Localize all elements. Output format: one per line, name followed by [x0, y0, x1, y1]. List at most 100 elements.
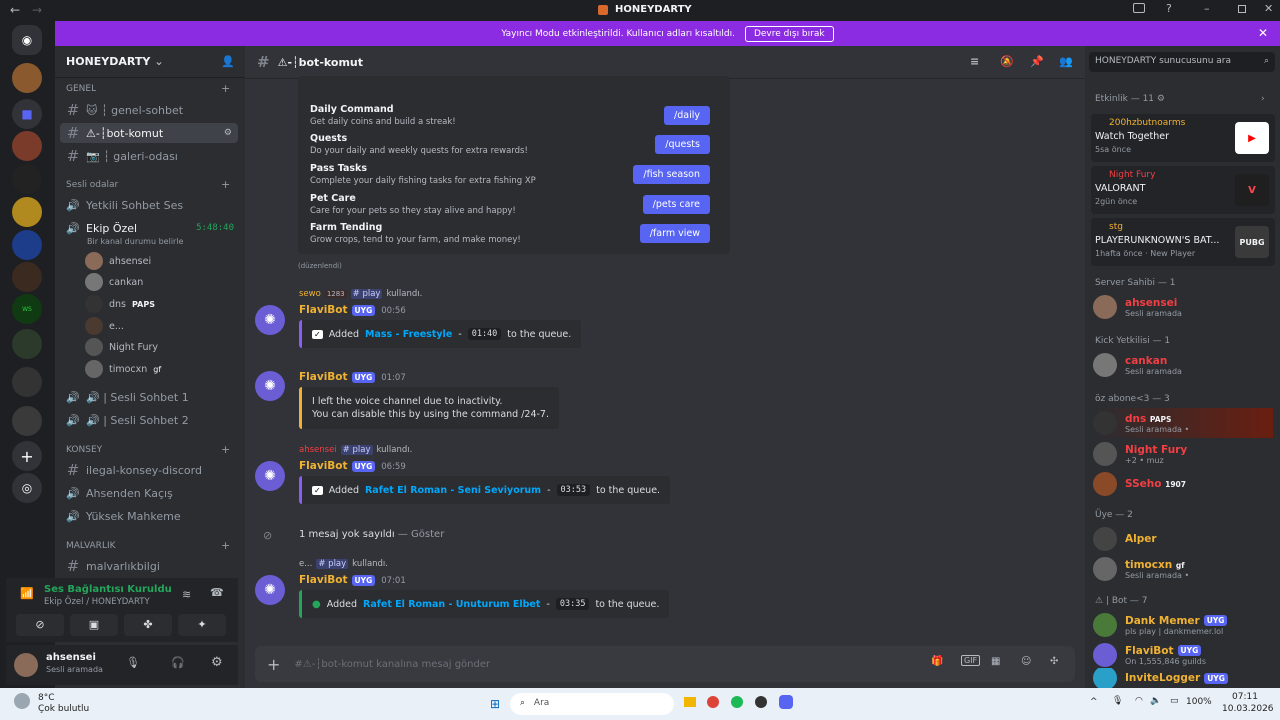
discord-taskbar-icon[interactable]	[779, 695, 793, 709]
discord-home-icon[interactable]: ◉	[12, 25, 42, 55]
fish-season-button[interactable]: /fish season	[633, 165, 710, 184]
close-window-icon[interactable]: ✕	[1264, 2, 1273, 15]
apps-icon[interactable]: ✣	[1050, 656, 1058, 667]
server-search-input[interactable]: HONEYDARTY sunucusunu ara ⌕	[1089, 52, 1275, 72]
server-folder-3[interactable]	[12, 406, 42, 436]
channel-galeri-odasi[interactable]: # 📷 ┆ galeri-odası	[60, 146, 238, 166]
camera-off-button[interactable]: ⊘	[16, 614, 64, 636]
noise-suppression-icon[interactable]: ≋	[182, 588, 191, 601]
add-channel-icon[interactable]: +	[221, 443, 230, 456]
voice-yetkili[interactable]: 🔊 Yetkili Sohbet Ses	[60, 195, 238, 215]
chevron-right-icon[interactable]: ›	[1261, 94, 1265, 104]
add-attachment-icon[interactable]: +	[267, 655, 280, 674]
voice-location[interactable]: Ekip Özel / HONEYDARTY	[44, 597, 150, 607]
add-channel-icon[interactable]: +	[221, 178, 230, 191]
taskbar-search-input[interactable]: ⌕ Ara	[510, 693, 674, 715]
server-icon-3[interactable]	[12, 164, 42, 194]
member-row[interactable]: Dank Memer UYG pls play | dankmemer.lol	[1093, 610, 1273, 640]
activity-card[interactable]: 200hzbutnoarms Watch Together 5sa önce ▶	[1091, 114, 1275, 162]
voice-ekip-ozel[interactable]: 🔊 Ekip Özel 5:48:40	[60, 218, 238, 238]
command-mention[interactable]: # play	[350, 289, 383, 299]
daily-button[interactable]: /daily	[664, 106, 710, 125]
microphone-tray-icon[interactable]: 🎙	[1112, 696, 1123, 706]
gif-icon[interactable]: GIF	[961, 655, 981, 666]
disconnect-icon[interactable]: ☎	[210, 586, 224, 599]
category-sesli[interactable]: Sesli odalar	[66, 180, 118, 190]
server-icon-2[interactable]	[12, 131, 42, 161]
quests-button[interactable]: /quests	[655, 135, 710, 154]
voice-yuksek-mahkeme[interactable]: 🔊 Yüksek Mahkeme	[60, 506, 238, 526]
member-row[interactable]: SSeho 1907	[1093, 469, 1273, 499]
weather-text[interactable]: Çok bulutlu	[38, 704, 89, 714]
wifi-icon[interactable]: ◠	[1135, 696, 1143, 706]
song-link[interactable]: Rafet El Roman - Seni Seviyorum	[365, 485, 541, 496]
message-input[interactable]: + #⚠-┆bot-komut kanalına mesaj gönder 🎁 …	[255, 646, 1075, 682]
bot-name[interactable]: FlaviBot	[299, 460, 348, 472]
back-arrow-icon[interactable]: ←	[10, 3, 20, 17]
soundboard-button[interactable]: ✦	[178, 614, 226, 636]
voice-user[interactable]: e...	[85, 317, 124, 335]
volume-icon[interactable]: 🔈	[1150, 696, 1161, 706]
inbox-icon[interactable]	[1133, 3, 1145, 13]
bot-avatar[interactable]: ✺	[255, 575, 285, 605]
command-mention[interactable]: # play	[340, 445, 373, 455]
minimize-icon[interactable]: –	[1204, 2, 1210, 15]
steam-icon[interactable]	[755, 696, 767, 708]
activity-card[interactable]: Night Fury VALORANT 2gün önce V	[1091, 166, 1275, 214]
server-icon-4[interactable]	[12, 197, 42, 227]
voice-user[interactable]: cankan	[85, 273, 143, 291]
bot-avatar[interactable]: ✺	[255, 461, 285, 491]
avatar[interactable]	[14, 653, 38, 677]
song-link[interactable]: Rafet El Roman - Unuturum Elbet	[363, 599, 540, 610]
voice-user[interactable]: timocxn gf	[85, 360, 161, 378]
disable-streamer-mode-button[interactable]: Devre dışı bırak	[744, 25, 834, 42]
bot-name[interactable]: FlaviBot	[299, 304, 348, 316]
category-konsey[interactable]: KONSEY	[66, 445, 102, 455]
bot-name[interactable]: FlaviBot	[299, 371, 348, 383]
pets-care-button[interactable]: /pets care	[642, 195, 710, 214]
show-ignored-link[interactable]: — Göster	[398, 529, 444, 540]
screen-share-button[interactable]: ▣	[70, 614, 118, 636]
farm-view-button[interactable]: /farm view	[639, 224, 710, 243]
start-icon[interactable]: ⊞	[490, 697, 500, 711]
voice-status-prompt[interactable]: Bir kanal durumu belirle	[87, 237, 183, 246]
server-icon-6[interactable]	[12, 262, 42, 292]
category-genel[interactable]: GENEL	[66, 84, 96, 94]
voice-user[interactable]: dns PAPS	[85, 295, 155, 313]
reply-line[interactable]: sewo 1283 # play kullandı.	[299, 289, 422, 299]
member-row[interactable]: timocxn gf Sesli aramada •	[1093, 554, 1273, 584]
microphone-icon[interactable]: 🎙	[126, 656, 140, 669]
member-row[interactable]: Alper	[1093, 524, 1273, 554]
voice-user[interactable]: ahsensei	[85, 252, 151, 270]
server-header[interactable]: HONEYDARTY ⌄ 👤	[55, 46, 245, 78]
member-row[interactable]: cankan Sesli aramada	[1093, 350, 1273, 380]
user-name[interactable]: ahsensei	[46, 652, 96, 663]
channel-malvarlikbilgi[interactable]: # malvarlıkbilgi	[60, 556, 238, 576]
reply-line[interactable]: ahsensei # play kullandı.	[299, 445, 412, 455]
add-server-icon[interactable]: +	[12, 441, 42, 471]
reply-line[interactable]: e... # play kullandı.	[299, 559, 388, 569]
bot-name[interactable]: FlaviBot	[299, 574, 348, 586]
voice-connected-label[interactable]: Ses Bağlantısı Kuruldu	[44, 584, 172, 595]
temperature[interactable]: 8°C	[38, 693, 55, 703]
clock-date[interactable]: 10.03.2026	[1222, 704, 1274, 714]
member-row[interactable]: dns PAPS Sesli aramada •	[1093, 408, 1273, 438]
command-mention[interactable]: # play	[316, 559, 349, 569]
notifications-icon[interactable]: 🔕	[1000, 55, 1014, 68]
add-channel-icon[interactable]: +	[221, 82, 230, 95]
maximize-icon[interactable]	[1238, 5, 1246, 13]
discover-icon[interactable]: ◎	[12, 473, 42, 503]
activity-card[interactable]: stg PLAYERUNKNOWN'S BAT... 1hafta önce · N…	[1091, 218, 1275, 266]
threads-icon[interactable]: ≡	[970, 55, 979, 68]
song-link[interactable]: Mass - Freestyle	[365, 329, 452, 340]
help-icon[interactable]: ?	[1166, 2, 1172, 15]
gift-icon[interactable]: 🎁	[931, 656, 943, 667]
close-banner-icon[interactable]: ✕	[1258, 26, 1268, 40]
weather-icon[interactable]	[14, 693, 30, 709]
member-row[interactable]: Night Fury +2 • muz	[1093, 439, 1273, 469]
member-row[interactable]: ahsensei Sesli aramada	[1093, 292, 1273, 322]
voice-user[interactable]: Night Fury	[85, 338, 158, 356]
chrome-icon[interactable]	[707, 696, 719, 708]
file-explorer-icon[interactable]	[684, 697, 696, 707]
channel-genel-sohbet[interactable]: # 🐱 ┆ genel-sohbet	[60, 100, 238, 120]
